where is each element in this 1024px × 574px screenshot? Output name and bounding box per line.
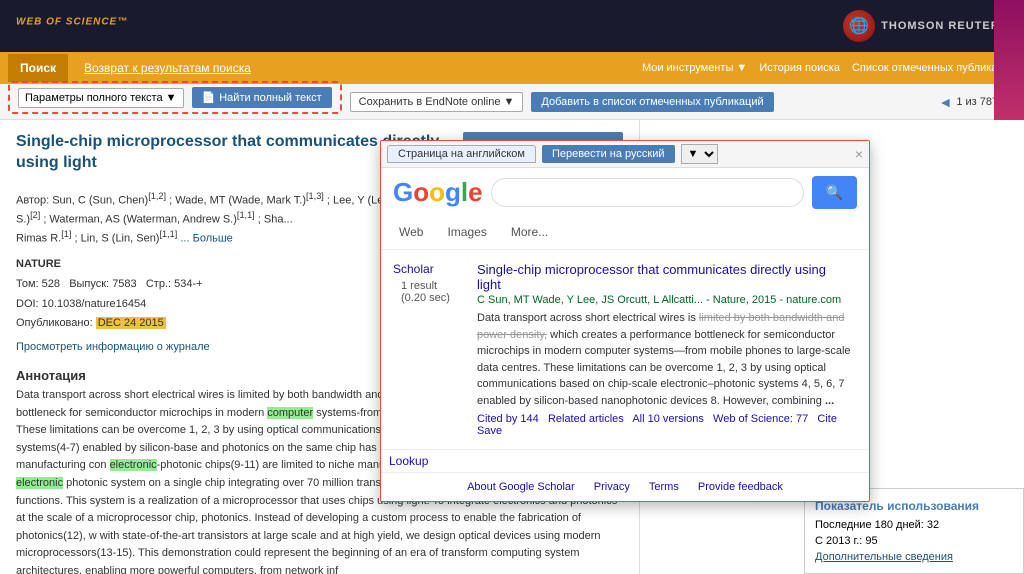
google-search-input[interactable] [491, 178, 804, 207]
related-articles-link[interactable]: Related articles [548, 413, 624, 425]
result-url: C Sun, MT Wade, Y Lee, JS Orcutt, L Allc… [477, 294, 853, 306]
google-result: Single-chip microprocessor that communic… [469, 258, 861, 441]
back-nav-btn[interactable]: Возврат к результатам поиска [72, 54, 263, 82]
scholar-left: Scholar 1 result (0.20 sec) [389, 258, 469, 441]
save-endnote-select[interactable]: Сохранить в EndNote online ▼ [350, 92, 524, 112]
translate-select[interactable]: ▼ [681, 144, 718, 164]
fulltext-select[interactable]: Параметры полного текста ▼ [18, 88, 184, 108]
save-link[interactable]: Save [477, 425, 502, 437]
history-btn[interactable]: История поиска [759, 62, 840, 74]
search-nav-btn[interactable]: Поиск [8, 54, 68, 82]
result-snippet: Data transport across short electrical w… [477, 310, 853, 409]
my-tools-btn[interactable]: Мои инструменты ▼ [642, 62, 747, 74]
usage-row-2013: С 2013 г.: 95 [815, 535, 1013, 547]
scholar-result-count: 1 result (0.20 sec) [393, 276, 465, 308]
globe-icon: 🌐 [843, 10, 875, 42]
google-tab-web[interactable]: Web [389, 221, 433, 245]
find-fulltext-btn[interactable]: 📄 Найти полный текст [192, 87, 332, 108]
google-search-bar: Google 🔍 [381, 168, 869, 217]
google-tab-images[interactable]: Images [437, 221, 496, 245]
electronic-highlight2: electronic [110, 459, 157, 471]
fulltext-controls: Параметры полного текста ▼ 📄 Найти полны… [8, 81, 342, 114]
google-footer: About Google Scholar Privacy Terms Provi… [381, 472, 869, 501]
scholar-link[interactable]: Scholar [393, 262, 465, 276]
tr-logo: 🌐 THOMSON REUTERS [843, 10, 1008, 42]
about-scholar-link[interactable]: About Google Scholar [467, 481, 575, 493]
toolbar: Параметры полного текста ▼ 📄 Найти полны… [0, 84, 1024, 120]
result-meta: Cited by 144 Related articles All 10 ver… [477, 413, 853, 437]
cite-link[interactable]: Cite [817, 413, 837, 425]
nav-right: Мои инструменты ▼ История поиска Список … [642, 62, 1016, 74]
google-search-btn[interactable]: 🔍 [812, 176, 857, 209]
google-tabs: Web Images More... [381, 217, 869, 250]
google-logo: Google [393, 177, 483, 208]
publish-date: DEC 24 2015 [96, 317, 166, 329]
add-marked-btn[interactable]: Добавить в список отмеченных публикаций [531, 92, 773, 112]
result-title[interactable]: Single-chip microprocessor that communic… [477, 262, 853, 292]
google-overlay: Страница на английском Перевести на русс… [380, 140, 870, 502]
wos-logo: WEB OF SCIENCE™ [16, 15, 128, 38]
lookup-link[interactable]: Lookup [389, 454, 449, 468]
usage-row-180: Последние 180 дней: 32 [815, 519, 1013, 531]
usage-more-link: Дополнительные сведения [815, 551, 1013, 563]
terms-link[interactable]: Terms [649, 481, 679, 493]
page-tabs-bar: Страница на английском Перевести на русс… [381, 141, 869, 168]
corner-decoration [994, 0, 1024, 120]
find-icon: 📄 [202, 91, 216, 104]
privacy-link[interactable]: Privacy [594, 481, 630, 493]
page-tab-english[interactable]: Страница на английском [387, 145, 536, 163]
marked-btn[interactable]: Список отмеченных публикаций [852, 62, 1016, 74]
close-overlay-btn[interactable]: × [855, 146, 863, 162]
navbar: Поиск Возврат к результатам поиска Мои и… [0, 52, 1024, 84]
more-authors-link[interactable]: ... Больше [180, 233, 232, 245]
cited-by-link[interactable]: Cited by 144 [477, 413, 539, 425]
electronic-highlight3: electronic [16, 477, 63, 489]
feedback-link[interactable]: Provide feedback [698, 481, 783, 493]
lookup-section: Lookup [381, 449, 869, 472]
google-tab-more[interactable]: More... [501, 221, 558, 245]
scholar-section: Scholar 1 result (0.20 sec) Single-chip … [381, 250, 869, 449]
wos-link[interactable]: Web of Science: 77 [713, 413, 808, 425]
translate-btn[interactable]: Перевести на русский [542, 145, 675, 163]
prev-arrow[interactable]: ◄ [939, 94, 953, 110]
all-versions-link[interactable]: All 10 versions [632, 413, 704, 425]
computer-highlight: computer [267, 407, 313, 419]
header: WEB OF SCIENCE™ 🌐 THOMSON REUTERS [0, 0, 1024, 52]
